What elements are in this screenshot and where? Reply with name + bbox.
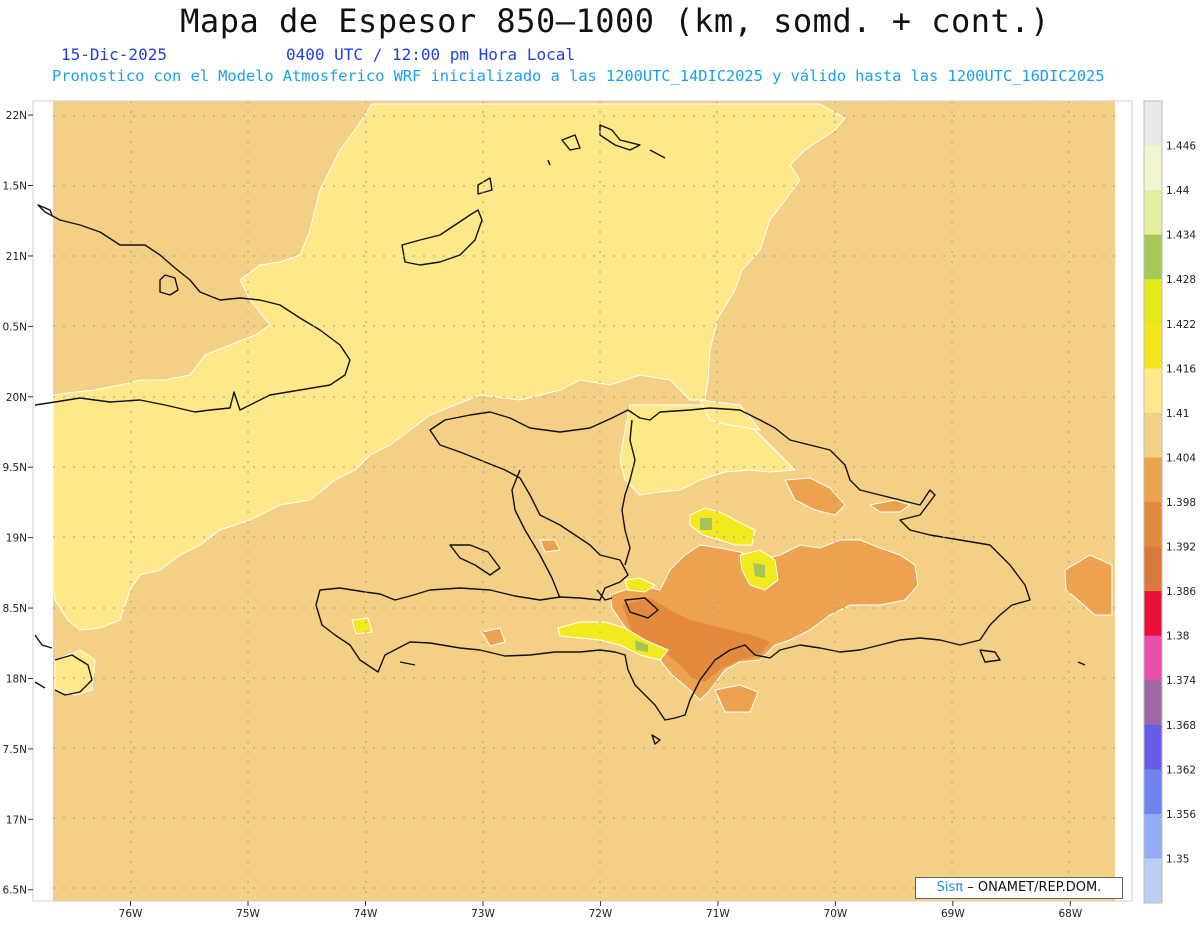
colorbar: 1.446 1.44 1.434 1.428 1.422 1.416 1.41 1.404 1.… bbox=[1143, 100, 1196, 904]
colorbar-label: 1.38 bbox=[1166, 631, 1189, 643]
credit-box: Sisπ – ONAMET/REP.DOM. bbox=[915, 877, 1123, 899]
sispi-logo: Sisπ bbox=[936, 880, 964, 895]
colorbar-swatch bbox=[1144, 502, 1162, 548]
colorbar-label: 1.35 bbox=[1166, 853, 1189, 865]
colorbar-swatch bbox=[1144, 412, 1162, 458]
colorbar-swatch bbox=[1144, 323, 1162, 369]
colorbar-label: 1.41 bbox=[1166, 408, 1189, 420]
lon-label: 70W bbox=[824, 908, 848, 920]
lat-label: 8.5N bbox=[2, 603, 27, 615]
colorbar-swatch bbox=[1144, 101, 1162, 147]
lat-label: 7.5N bbox=[2, 744, 27, 756]
lat-label: 21N bbox=[6, 251, 27, 263]
lon-label: 68W bbox=[1058, 908, 1082, 920]
colorbar-label: 1.374 bbox=[1166, 675, 1196, 687]
colorbar-swatch bbox=[1144, 457, 1162, 503]
lat-label: 1.5N bbox=[2, 181, 27, 193]
colorbar-swatch bbox=[1144, 858, 1162, 904]
colorbar-swatch bbox=[1144, 145, 1162, 191]
colorbar-swatch bbox=[1144, 234, 1162, 280]
thickness-map: 22N 1.5N 21N 0.5N 20N 9.5N 19N 8.5N 18N 7.5N 17N 6.… bbox=[2, 100, 1196, 920]
colorbar-swatch bbox=[1144, 769, 1162, 815]
colorbar-label: 1.368 bbox=[1166, 720, 1196, 732]
lat-label: 19N bbox=[6, 533, 27, 545]
latitude-axis: 22N 1.5N 21N 0.5N 20N 9.5N 19N 8.5N 18N 7.5N 17N 6.… bbox=[2, 110, 33, 897]
lat-label: 6.5N bbox=[2, 885, 27, 897]
lon-label: 76W bbox=[119, 908, 143, 920]
longitude-axis: 76W 75W 74W 73W 72W 71W 70W 69W 68W bbox=[119, 901, 1083, 920]
colorbar-label: 1.44 bbox=[1166, 185, 1190, 197]
colorbar-swatch bbox=[1144, 368, 1162, 414]
colorbar-label: 1.416 bbox=[1166, 363, 1196, 375]
colorbar-label: 1.362 bbox=[1166, 764, 1196, 776]
colorbar-label: 1.446 bbox=[1166, 141, 1196, 153]
colorbar-label: 1.398 bbox=[1166, 497, 1196, 509]
colorbar-label: 1.392 bbox=[1166, 542, 1196, 554]
colorbar-swatch bbox=[1144, 635, 1162, 681]
colorbar-swatch bbox=[1144, 724, 1162, 770]
lat-label: 17N bbox=[6, 814, 27, 826]
colorbar-swatch bbox=[1144, 813, 1162, 859]
lat-label: 18N bbox=[6, 673, 27, 685]
colorbar-label: 1.386 bbox=[1166, 586, 1196, 598]
colorbar-swatch bbox=[1144, 279, 1162, 325]
lon-label: 69W bbox=[941, 908, 965, 920]
colorbar-swatch bbox=[1144, 680, 1162, 726]
lon-label: 71W bbox=[706, 908, 730, 920]
credit-org: – ONAMET/REP.DOM. bbox=[967, 880, 1102, 895]
lon-label: 75W bbox=[236, 908, 260, 920]
colorbar-label: 1.428 bbox=[1166, 274, 1196, 286]
colorbar-label: 1.356 bbox=[1166, 809, 1196, 821]
lat-label: 22N bbox=[6, 110, 27, 122]
colorbar-swatch bbox=[1144, 190, 1162, 236]
lon-label: 72W bbox=[589, 908, 613, 920]
colorbar-label: 1.422 bbox=[1166, 319, 1196, 331]
lon-label: 73W bbox=[471, 908, 495, 920]
lat-label: 0.5N bbox=[2, 321, 27, 333]
colorbar-swatch bbox=[1144, 591, 1162, 637]
colorbar-label: 1.404 bbox=[1166, 452, 1196, 464]
colorbar-label: 1.434 bbox=[1166, 230, 1196, 242]
lat-label: 20N bbox=[6, 392, 27, 404]
colorbar-swatch bbox=[1144, 546, 1162, 592]
lat-label: 9.5N bbox=[2, 462, 27, 474]
lon-label: 74W bbox=[354, 908, 378, 920]
